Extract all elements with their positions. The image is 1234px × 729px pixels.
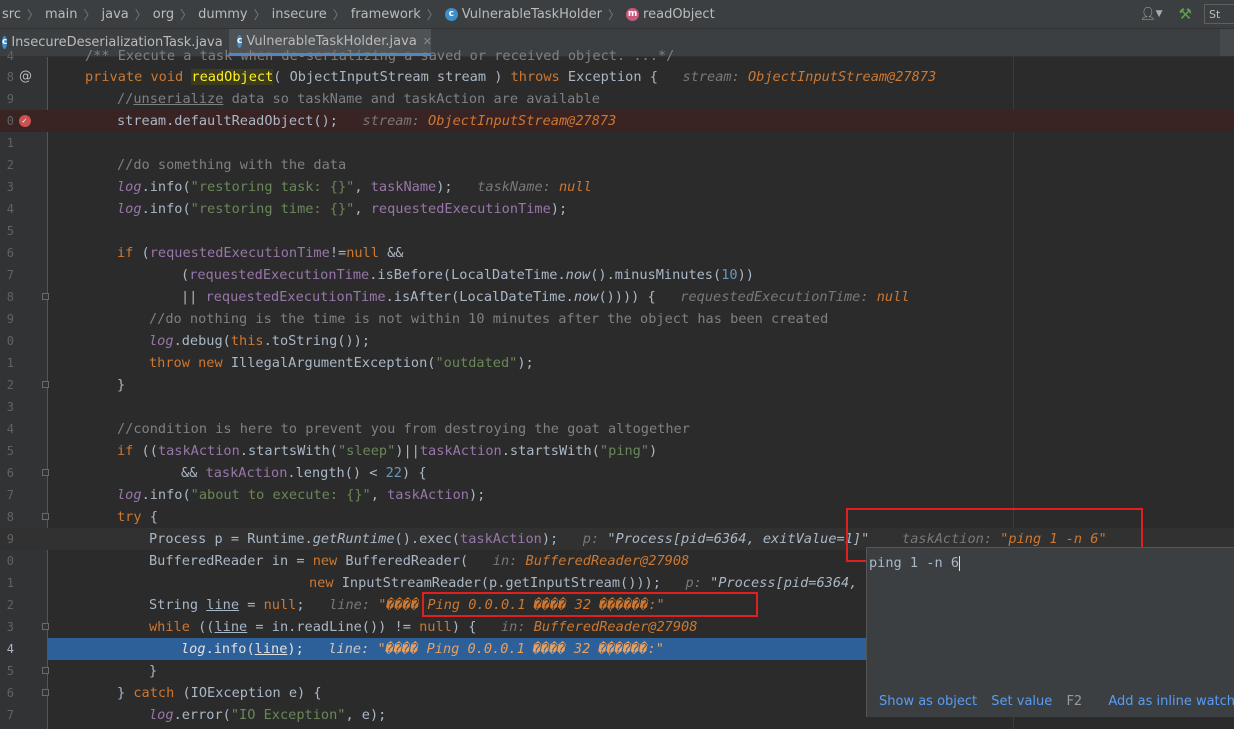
fold-marker-icon[interactable] bbox=[42, 513, 49, 520]
chevron-right-icon: 〉 bbox=[83, 7, 96, 22]
fold-marker-icon[interactable] bbox=[42, 667, 49, 674]
crumb-framework[interactable]: framework bbox=[351, 7, 421, 22]
crumb-dummy[interactable]: dummy bbox=[198, 7, 248, 22]
code-line: 1 bbox=[6, 136, 14, 150]
build-hammer-icon[interactable]: ⚒︎ bbox=[1179, 5, 1192, 23]
code-line: 3 log.info("restoring task: {}", taskNam… bbox=[6, 179, 592, 195]
set-value-shortcut: F2 bbox=[1066, 694, 1083, 709]
code-line: 8 @ private void readObject( ObjectInput… bbox=[0, 66, 1234, 88]
crumb-insecure[interactable]: insecure bbox=[272, 7, 327, 22]
code-line: 9 //do nothing is the time is not within… bbox=[6, 311, 829, 327]
code-line: 2 } bbox=[6, 377, 126, 393]
navigation-bar: src 〉 main 〉 java 〉 org 〉 dummy 〉 insecu… bbox=[0, 0, 1234, 29]
code-line: 4 log.info("restoring time: {}", request… bbox=[6, 201, 568, 217]
chevron-right-icon: 〉 bbox=[608, 7, 621, 22]
value-input[interactable]: ping 1 -n 6 bbox=[869, 552, 961, 574]
code-line-gutter: 4 bbox=[6, 642, 14, 656]
code-line: 5 if ((taskAction.startsWith("sleep")||t… bbox=[6, 443, 658, 459]
code-line: 6 && taskAction.length() < 22) { bbox=[6, 465, 427, 481]
chevron-right-icon: 〉 bbox=[26, 7, 39, 22]
chevron-right-icon: 〉 bbox=[253, 7, 266, 22]
crumb-main[interactable]: main bbox=[45, 7, 77, 22]
class-icon: c bbox=[444, 7, 458, 21]
code-line: 8 || requestedExecutionTime.isAfter(Loca… bbox=[6, 289, 910, 305]
run-configuration-selector[interactable]: St bbox=[1204, 4, 1234, 24]
chevron-right-icon: 〉 bbox=[426, 7, 439, 22]
set-value-popup: ping 1 -n 6 Show as object Set value F2 … bbox=[866, 547, 1234, 717]
breadcrumb: src 〉 main 〉 java 〉 org 〉 dummy 〉 insecu… bbox=[0, 0, 715, 28]
add-inline-watch-link[interactable]: Add as inline watch bbox=[1108, 694, 1234, 709]
popup-actions: Show as object Set value F2 Add as inlin… bbox=[879, 694, 1234, 709]
crumb-src[interactable]: src bbox=[2, 7, 21, 22]
set-value-link[interactable]: Set value bbox=[991, 694, 1052, 709]
chevron-right-icon: 〉 bbox=[180, 7, 193, 22]
fold-marker-icon[interactable] bbox=[42, 623, 49, 630]
crumb-org[interactable]: org bbox=[153, 7, 174, 22]
crumb-java[interactable]: java bbox=[102, 7, 129, 22]
breakpoint-icon[interactable]: ✓ bbox=[19, 115, 31, 127]
crumb-method[interactable]: m readObject bbox=[626, 7, 715, 22]
code-line: 4 /** Execute a task when de-serializing… bbox=[6, 48, 675, 64]
method-icon: m bbox=[626, 7, 640, 21]
code-line: 0 log.debug(this.toString()); bbox=[6, 333, 371, 349]
crumb-class[interactable]: c VulnerableTaskHolder bbox=[444, 7, 602, 22]
toolbar-right: 👤︎ ▼ ⚒︎ St bbox=[1140, 0, 1234, 28]
fold-marker-icon[interactable] bbox=[42, 689, 49, 696]
code-line: 1 throw new IllegalArgumentException("ou… bbox=[6, 355, 534, 371]
code-line: 7 log.info("about to execute: {}", taskA… bbox=[6, 487, 486, 503]
show-as-object-link[interactable]: Show as object bbox=[879, 694, 977, 709]
breakpoint-line: 0 ✓ stream.defaultReadObject(); stream: … bbox=[0, 110, 1234, 132]
code-line: 6 if (requestedExecutionTime!=null && bbox=[6, 245, 404, 261]
code-line: 5 bbox=[6, 224, 14, 238]
code-line: 9 //unserialize data so taskName and tas… bbox=[6, 91, 600, 107]
annotation-box-line-value bbox=[422, 592, 758, 617]
code-line: 2 //do something with the data bbox=[6, 157, 347, 173]
fold-marker-icon[interactable] bbox=[42, 469, 49, 476]
chevron-right-icon: 〉 bbox=[134, 7, 147, 22]
user-icon[interactable]: 👤︎ bbox=[1140, 7, 1157, 22]
code-line: 7 (requestedExecutionTime.isBefore(Local… bbox=[6, 267, 754, 283]
fold-marker-icon[interactable] bbox=[42, 293, 49, 300]
chevron-down-icon[interactable]: ▼ bbox=[1156, 9, 1163, 19]
code-line: 3 bbox=[6, 400, 14, 414]
chevron-right-icon: 〉 bbox=[332, 7, 345, 22]
override-marker-icon[interactable]: @ bbox=[19, 66, 32, 88]
fold-marker-icon[interactable] bbox=[42, 381, 49, 388]
code-line: 4 //condition is here to prevent you fro… bbox=[6, 421, 690, 437]
